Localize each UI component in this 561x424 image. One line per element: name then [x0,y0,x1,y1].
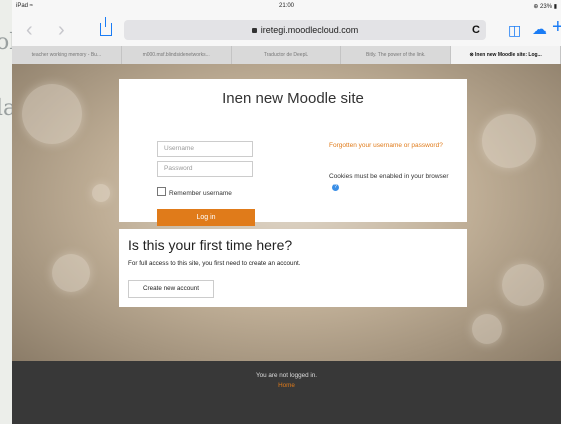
back-button[interactable]: ‹ [26,18,33,42]
reload-button[interactable]: C [472,20,480,40]
first-time-text: For full access to this site, you first … [128,260,301,267]
lock-icon [251,28,257,33]
bokeh-light [482,114,536,168]
password-input[interactable]: Password [157,161,253,177]
login-card: Inen new Moodle site Username Password R… [119,79,467,226]
remember-username[interactable]: Remember username [157,187,232,197]
bokeh-light [22,84,82,144]
page-background: Inen new Moodle site Username Password R… [12,64,561,361]
site-title: Inen new Moodle site [222,90,364,107]
browser-toolbar: ‹ › iretegi.moodlecloud.com C ◫ ☁ + [12,14,561,46]
device-label: iPad ≈ [16,3,33,9]
tab-teacher-working-memory[interactable]: teacher working memory - Bu... [12,46,122,64]
bokeh-light [92,184,110,202]
page-footer: You are not logged in. Home [12,361,561,424]
tab-deepl[interactable]: Traductor de DeepL [232,46,342,64]
new-tab-icon[interactable]: + [552,16,561,39]
remember-label: Remember username [169,190,232,197]
url-text: iretegi.moodlecloud.com [260,25,359,35]
clock: 21:00 [278,3,295,9]
tab-moodle-login[interactable]: ⊗ Inen new Moodle site: Log... [451,46,561,64]
bokeh-light [52,254,90,292]
remember-checkbox[interactable] [157,187,166,196]
cookies-notice: Cookies must be enabled in your browser? [329,172,449,192]
help-icon[interactable]: ? [332,184,339,191]
login-button[interactable]: Log in [157,209,255,226]
share-icon[interactable] [100,17,112,36]
battery-indicator: ⊕ 23% ▮ [533,4,557,10]
tab-bar: teacher working memory - Bu... m000.msf.… [12,46,561,65]
tab-bitly[interactable]: Bitly. The power of the link. [341,46,452,64]
cookies-text: Cookies must be enabled in your browser [329,173,449,180]
first-time-card: Is this your first time here? For full a… [119,229,467,307]
address-bar[interactable]: iretegi.moodlecloud.com C [124,20,486,40]
previous-page-strip: ol la [0,0,16,424]
bokeh-light [502,264,544,306]
tab-label: Inen new Moodle site: Log... [475,52,542,58]
reader-book-icon[interactable]: ◫ [508,22,521,39]
tab-blindside-networks[interactable]: m000.msf.blindsidenetworks... [122,46,232,64]
bokeh-light [472,314,502,344]
home-link[interactable]: Home [12,382,561,389]
forward-button[interactable]: › [58,18,65,42]
status-bar: iPad ≈ 21:00 ⊕ 23% ▮ [12,0,561,14]
cloud-tabs-icon[interactable]: ☁ [532,20,547,38]
create-account-button[interactable]: Create new account [128,280,214,298]
not-logged-in-text: You are not logged in. [255,372,318,379]
first-time-heading: Is this your first time here? [128,237,293,253]
username-input[interactable]: Username [157,141,253,157]
forgot-password-link[interactable]: Forgotten your username or password? [329,141,449,151]
